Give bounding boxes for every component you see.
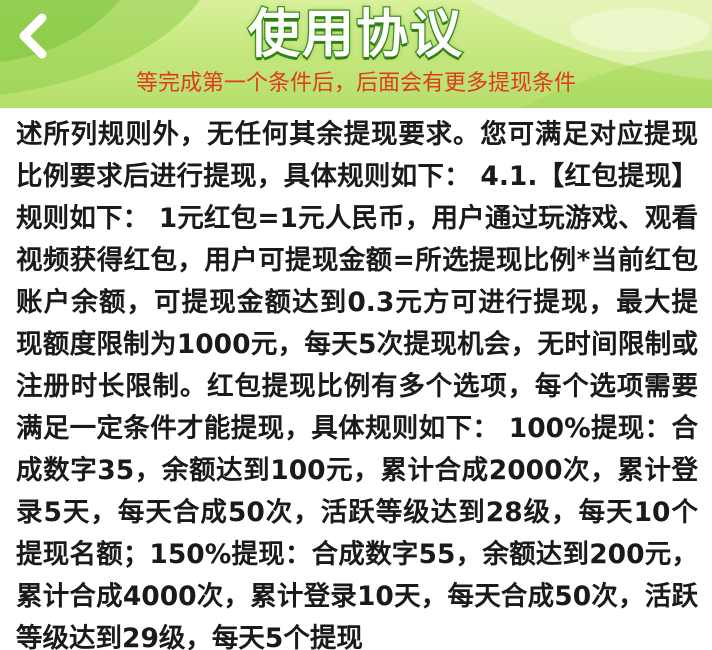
header-bar: 使用协议 等完成第一个条件后，后面会有更多提现条件	[0, 0, 712, 108]
page-subtitle: 等完成第一个条件后，后面会有更多提现条件	[135, 71, 576, 96]
page-title: 使用协议	[247, 4, 464, 67]
agreement-text: 述所列规则外，无任何其余提现要求。您可满足对应提现比例要求后进行提现，具体规则如…	[16, 119, 698, 650]
agreement-screen: 使用协议 等完成第一个条件后，后面会有更多提现条件 述所列规则外，无任何其余提现…	[0, 0, 712, 650]
agreement-content: 述所列规则外，无任何其余提现要求。您可满足对应提现比例要求后进行提现，具体规则如…	[0, 108, 712, 650]
